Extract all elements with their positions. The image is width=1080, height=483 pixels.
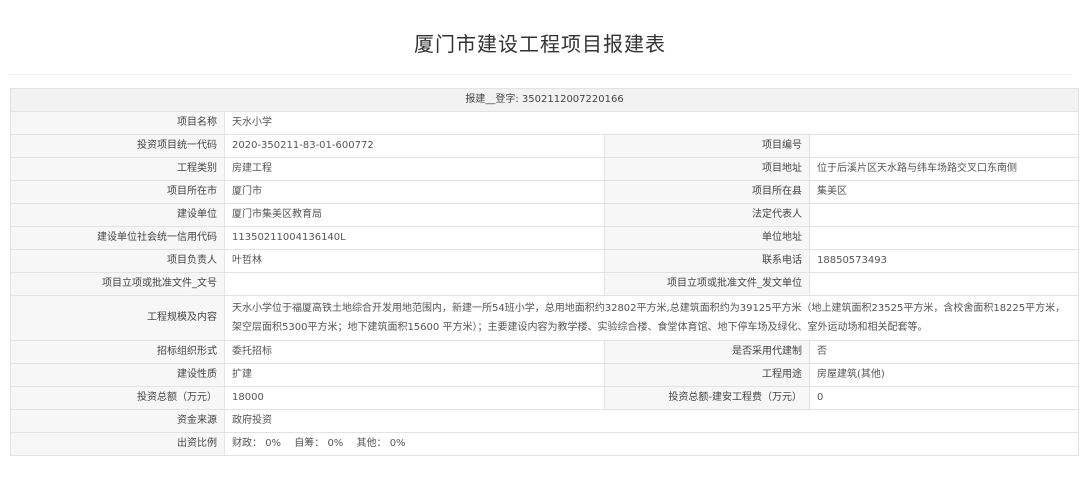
ratio-value: 财政： 0% 自筹： 0% 其他： 0% <box>223 432 1080 456</box>
table-row: 工程类别 房建工程 项目地址 位于后溪片区天水路与纬车场路交叉口东南侧 <box>10 157 1080 181</box>
project-name-label: 项目名称 <box>10 111 225 135</box>
legal-rep-label: 法定代表人 <box>604 203 810 227</box>
tender-form-label: 招标组织形式 <box>10 340 225 364</box>
fiscal-ratio: 财政： 0% <box>232 438 281 449</box>
install-cost-value: 0 <box>808 386 1080 410</box>
build-nature-value: 扩建 <box>224 363 605 387</box>
approval-unit-label: 项目立项或批准文件_发文单位 <box>604 272 810 296</box>
other-ratio-label: 其他： <box>356 438 387 449</box>
table-row: 项目负责人 叶哲林 联系电话 18850573493 <box>10 249 1080 273</box>
table-row: 项目所在市 厦门市 项目所在县 集美区 <box>10 180 1080 204</box>
other-ratio-value: 0% <box>389 438 406 449</box>
project-no-value <box>808 134 1080 158</box>
county-value: 集美区 <box>808 180 1080 204</box>
unit-address-label: 单位地址 <box>604 226 810 250</box>
title-divider <box>10 74 1070 75</box>
fiscal-ratio-value: 0% <box>265 438 282 449</box>
install-cost-label: 投资总额-建安工程费（万元） <box>604 386 810 410</box>
page-title: 厦门市建设工程项目报建表 <box>414 32 666 56</box>
builder-label: 建设单位 <box>10 203 225 227</box>
table-row: 出资比例 财政： 0% 自筹： 0% 其他： 0% <box>10 432 1080 456</box>
manager-value: 叶哲林 <box>224 249 605 273</box>
invest-code-label: 投资项目统一代码 <box>10 134 225 158</box>
phone-value: 18850573493 <box>808 249 1080 273</box>
build-nature-label: 建设性质 <box>10 363 225 387</box>
unit-address-value <box>808 226 1080 250</box>
scale-label: 工程规模及内容 <box>10 295 225 341</box>
fiscal-ratio-label: 财政： <box>232 438 262 449</box>
registration-table: 报建__登字: 3502112007220166 项目名称 天水小学 投资项目统… <box>9 88 1080 456</box>
city-label: 项目所在市 <box>10 180 225 204</box>
credit-code-label: 建设单位社会统一信用代码 <box>10 226 225 250</box>
scale-value: 天水小学位于福厦高铁土地综合开发用地范围内，新建一所54班小学，总用地面积约32… <box>223 295 1080 341</box>
registration-value: 3502112007220166 <box>521 94 624 105</box>
phone-label: 联系电话 <box>604 249 810 273</box>
table-row: 投资项目统一代码 2020-350211-83-01-600772 项目编号 <box>10 134 1080 158</box>
project-type-value: 房建工程 <box>224 157 605 181</box>
project-name-value: 天水小学 <box>223 111 1080 135</box>
credit-code-value: 11350211004136140L <box>224 226 605 250</box>
purpose-value: 房屋建筑(其他) <box>808 363 1080 387</box>
project-type-label: 工程类别 <box>10 157 225 181</box>
city-value: 厦门市 <box>224 180 605 204</box>
table-row: 投资总额（万元） 18000 投资总额-建安工程费（万元） 0 <box>10 386 1080 410</box>
fund-source-value: 政府投资 <box>223 409 1080 433</box>
builder-value: 厦门市集美区教育局 <box>224 203 605 227</box>
table-row: 资金来源 政府投资 <box>10 409 1080 433</box>
address-label: 项目地址 <box>604 157 810 181</box>
other-ratio: 其他： 0% <box>357 438 406 449</box>
purpose-label: 工程用途 <box>604 363 810 387</box>
approval-doc-label: 项目立项或批准文件_文号 <box>10 272 225 296</box>
agent-system-value: 否 <box>808 340 1080 364</box>
county-label: 项目所在县 <box>604 180 810 204</box>
table-row: 建设性质 扩建 工程用途 房屋建筑(其他) <box>10 363 1080 387</box>
ratio-label: 出资比例 <box>10 432 225 456</box>
fund-source-label: 资金来源 <box>10 409 225 433</box>
invest-code-value: 2020-350211-83-01-600772 <box>224 134 605 158</box>
approval-doc-value <box>224 272 605 296</box>
project-no-label: 项目编号 <box>604 134 810 158</box>
legal-rep-value <box>808 203 1080 227</box>
registration-form: 报建__登字: 3502112007220166 项目名称 天水小学 投资项目统… <box>9 88 1080 456</box>
agent-system-label: 是否采用代建制 <box>604 340 810 364</box>
table-row: 建设单位社会统一信用代码 11350211004136140L 单位地址 <box>10 226 1080 250</box>
approval-unit-value <box>808 272 1080 296</box>
total-invest-label: 投资总额（万元） <box>10 386 225 410</box>
table-row: 建设单位 厦门市集美区教育局 法定代表人 <box>10 203 1080 227</box>
registration-number: 报建__登字: 3502112007220166 <box>9 88 1080 112</box>
registration-label: 报建__登字: <box>465 94 519 105</box>
table-row: 工程规模及内容 天水小学位于福厦高铁土地综合开发用地范围内，新建一所54班小学，… <box>10 295 1080 341</box>
registration-header-row: 报建__登字: 3502112007220166 <box>9 88 1080 112</box>
table-row: 项目名称 天水小学 <box>10 111 1080 135</box>
table-row: 项目立项或批准文件_文号 项目立项或批准文件_发文单位 <box>10 272 1080 296</box>
self-ratio: 自筹： 0% <box>294 438 343 449</box>
self-ratio-label: 自筹： <box>294 438 325 449</box>
total-invest-value: 18000 <box>224 386 605 410</box>
address-value: 位于后溪片区天水路与纬车场路交叉口东南侧 <box>808 157 1080 181</box>
table-row: 招标组织形式 委托招标 是否采用代建制 否 <box>10 340 1080 364</box>
self-ratio-value: 0% <box>327 438 344 449</box>
tender-form-value: 委托招标 <box>224 340 605 364</box>
manager-label: 项目负责人 <box>10 249 225 273</box>
